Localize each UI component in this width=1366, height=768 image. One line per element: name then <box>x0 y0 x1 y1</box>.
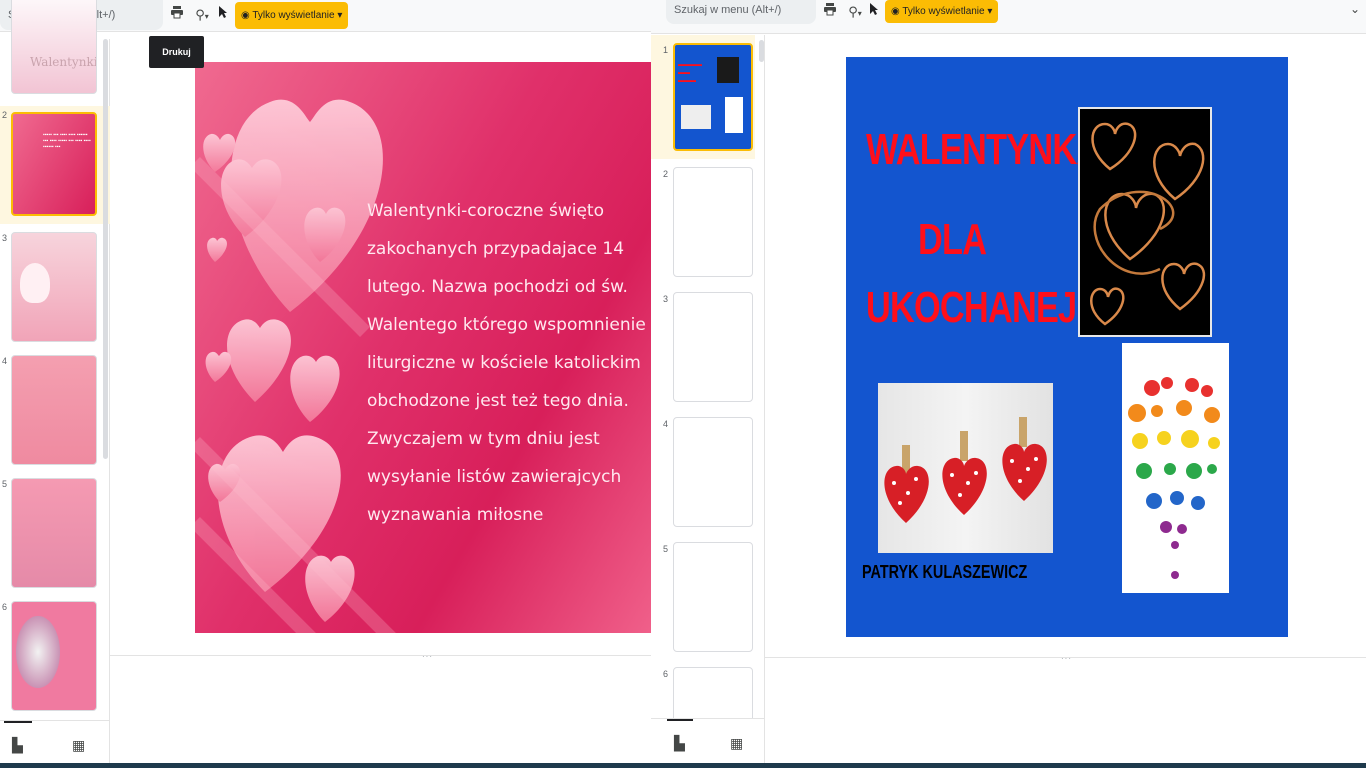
slide-body-text: Walentynki-coroczne święto zakochanych p… <box>367 201 646 525</box>
left-filmstrip: Walentynki 2 ▪▪▪▪▪ ▪▪▪ ▪▪▪▪ ▪▪▪▪ ▪▪▪▪▪▪ … <box>0 0 110 768</box>
clothespin-hearts-image <box>878 383 1053 553</box>
flowers-image <box>16 616 60 688</box>
filmstrip-slide-4[interactable]: 4 <box>0 352 110 470</box>
select-cursor-icon[interactable] <box>216 4 230 26</box>
filmstrip-scrollbar[interactable] <box>103 39 108 459</box>
filmstrip-slide-2[interactable]: 2 <box>651 159 761 277</box>
filmstrip-slide-5[interactable]: 5 <box>0 475 110 593</box>
mode-caret: ▾ <box>337 10 343 21</box>
taskbar-strip <box>0 763 1366 768</box>
filmstrip-slide-3[interactable]: 3 <box>0 229 110 347</box>
slide-title-line-3: UKOCHANEJ <box>866 283 1077 332</box>
zoom-icon: ⚲ <box>195 7 205 22</box>
menu-search-input[interactable]: Szukaj w menu (Alt+/) <box>666 0 816 24</box>
glitter-hearts-image <box>1078 107 1212 337</box>
filmstrip-slide-1[interactable]: Walentynki <box>0 0 110 99</box>
slide-thumbnail[interactable]: ▬▬▬▬ ▬▬ ▬▬▬ <box>673 43 753 151</box>
thumbnail-image <box>717 57 739 83</box>
slide-number: 3 <box>2 233 8 243</box>
mode-label: Tylko wyświetlanie <box>252 10 335 21</box>
clothespin-hearts-artwork <box>884 417 1047 523</box>
zoom-icon: ⚲ <box>848 4 858 19</box>
slide-number: 4 <box>2 356 8 366</box>
slide-title-line-2: DLA <box>918 215 987 264</box>
active-view-indicator <box>4 721 32 723</box>
filmstrip-slide-6[interactable]: 6 <box>0 598 110 716</box>
eye-icon: ◉ <box>241 10 250 21</box>
notes-resize-handle[interactable]: ··· <box>1061 654 1072 663</box>
filmstrip-view-switcher: ▙ ▦ <box>651 718 764 768</box>
filmstrip-slide-4[interactable]: 4 <box>651 409 761 527</box>
author-name: PATRYK KULASZEWICZ <box>862 562 1028 582</box>
rainbow-heart-image <box>1122 343 1229 593</box>
filmstrip-slide-1[interactable]: 1 ▬▬▬▬ ▬▬ ▬▬▬ <box>651 35 755 159</box>
thumbnail-image <box>725 97 743 133</box>
filmstrip-slide-3[interactable]: 3 <box>651 284 761 402</box>
print-tooltip: Drukuj (Ctrl+P) <box>149 36 204 89</box>
slide-number: 2 <box>2 110 8 120</box>
print-icon[interactable] <box>168 4 186 26</box>
slide-thumbnail[interactable] <box>673 167 753 277</box>
view-only-mode-button[interactable]: ◉ Tylko wyświetlanie ▾ <box>235 2 349 29</box>
grid-view-icon[interactable]: ▦ <box>730 735 743 752</box>
thumbnail-text: ▪▪▪▪▪ ▪▪▪ ▪▪▪▪ ▪▪▪▪ ▪▪▪▪▪▪ ▪▪▪ ▪▪▪▪ ▪▪▪▪… <box>43 132 91 150</box>
slide-thumbnail[interactable] <box>673 417 753 527</box>
zoom-button[interactable]: ⚲▾ <box>190 4 214 26</box>
slide-thumbnail[interactable] <box>11 355 97 465</box>
slide-thumbnail[interactable] <box>11 232 97 342</box>
slide-title-line-1: WALENTYNKA <box>866 125 1101 174</box>
right-filmstrip: 1 ▬▬▬▬ ▬▬ ▬▬▬ 2 3 4 5 6 ▙ ▦ <box>651 35 765 768</box>
slide-number: 5 <box>663 544 669 554</box>
print-icon[interactable] <box>821 1 839 23</box>
filmstrip-slide-2[interactable]: 2 ▪▪▪▪▪ ▪▪▪ ▪▪▪▪ ▪▪▪▪ ▪▪▪▪▪▪ ▪▪▪ ▪▪▪▪ ▪▪… <box>0 106 110 224</box>
filmstrip-slide-5[interactable]: 5 <box>651 534 761 652</box>
slide-number: 4 <box>663 419 669 429</box>
filmstrip-view-switcher: ▙ ▦ <box>0 720 109 768</box>
slide-number: 3 <box>663 294 669 304</box>
rainbow-heart-artwork <box>1128 377 1220 579</box>
slide-thumbnail[interactable] <box>673 542 753 652</box>
notes-resize-handle[interactable]: ··· <box>422 652 433 661</box>
heart-decoration <box>20 263 50 303</box>
slide-number: 2 <box>663 169 669 179</box>
view-only-mode-button[interactable]: ◉ Tylko wyświetlanie ▾ <box>885 0 999 23</box>
slide-number: 5 <box>2 479 8 489</box>
filmstrip-view-icon[interactable]: ▙ <box>12 737 23 754</box>
filmstrip-scrollbar[interactable] <box>759 40 764 62</box>
slide-number: 1 <box>663 45 669 55</box>
chevron-down-icon[interactable]: ⌄ <box>1350 2 1360 16</box>
thumbnail-title: ▬▬▬▬ ▬▬ ▬▬▬ <box>678 62 702 84</box>
filmstrip-view-icon[interactable]: ▙ <box>674 735 685 752</box>
grid-view-icon[interactable]: ▦ <box>72 737 85 754</box>
zoom-caret: ▾ <box>204 12 209 21</box>
slide-number: 6 <box>663 669 669 679</box>
thumbnail-image <box>681 105 711 129</box>
eye-icon: ◉ <box>891 6 900 17</box>
zoom-caret: ▾ <box>857 9 862 18</box>
right-toolbar: Szukaj w menu (Alt+/) ⚲▾ ◉ Tylko wyświet… <box>651 0 1366 34</box>
slide-thumbnail[interactable]: Walentynki <box>11 0 97 94</box>
active-view-indicator <box>667 719 693 721</box>
mode-caret: ▾ <box>987 6 993 17</box>
current-slide: Walentynki-coroczne święto zakochanych p… <box>195 62 651 633</box>
select-cursor-icon[interactable] <box>867 1 881 23</box>
current-slide: WALENTYNKA DLA UKOCHANEJ PATRYK KULASZEW… <box>846 57 1288 637</box>
slide-thumbnail[interactable] <box>673 292 753 402</box>
left-presentation-window: Szukaj w menu (Alt+/) ⚲▾ ◉ Tylko wyświet… <box>0 0 651 768</box>
thumbnail-title: Walentynki <box>30 55 97 69</box>
slide-thumbnail[interactable]: ▪▪▪▪▪ ▪▪▪ ▪▪▪▪ ▪▪▪▪ ▪▪▪▪▪▪ ▪▪▪ ▪▪▪▪ ▪▪▪▪… <box>11 112 97 216</box>
slide-number: 6 <box>2 602 8 612</box>
slide-thumbnail[interactable] <box>11 478 97 588</box>
zoom-button[interactable]: ⚲▾ <box>843 1 867 23</box>
glitter-hearts-artwork <box>1090 122 1206 326</box>
mode-label: Tylko wyświetlanie <box>902 6 985 17</box>
right-presentation-window: Szukaj w menu (Alt+/) ⚲▾ ◉ Tylko wyświet… <box>651 0 1366 768</box>
stage-divider <box>110 655 651 656</box>
slide-thumbnail[interactable] <box>11 601 97 711</box>
